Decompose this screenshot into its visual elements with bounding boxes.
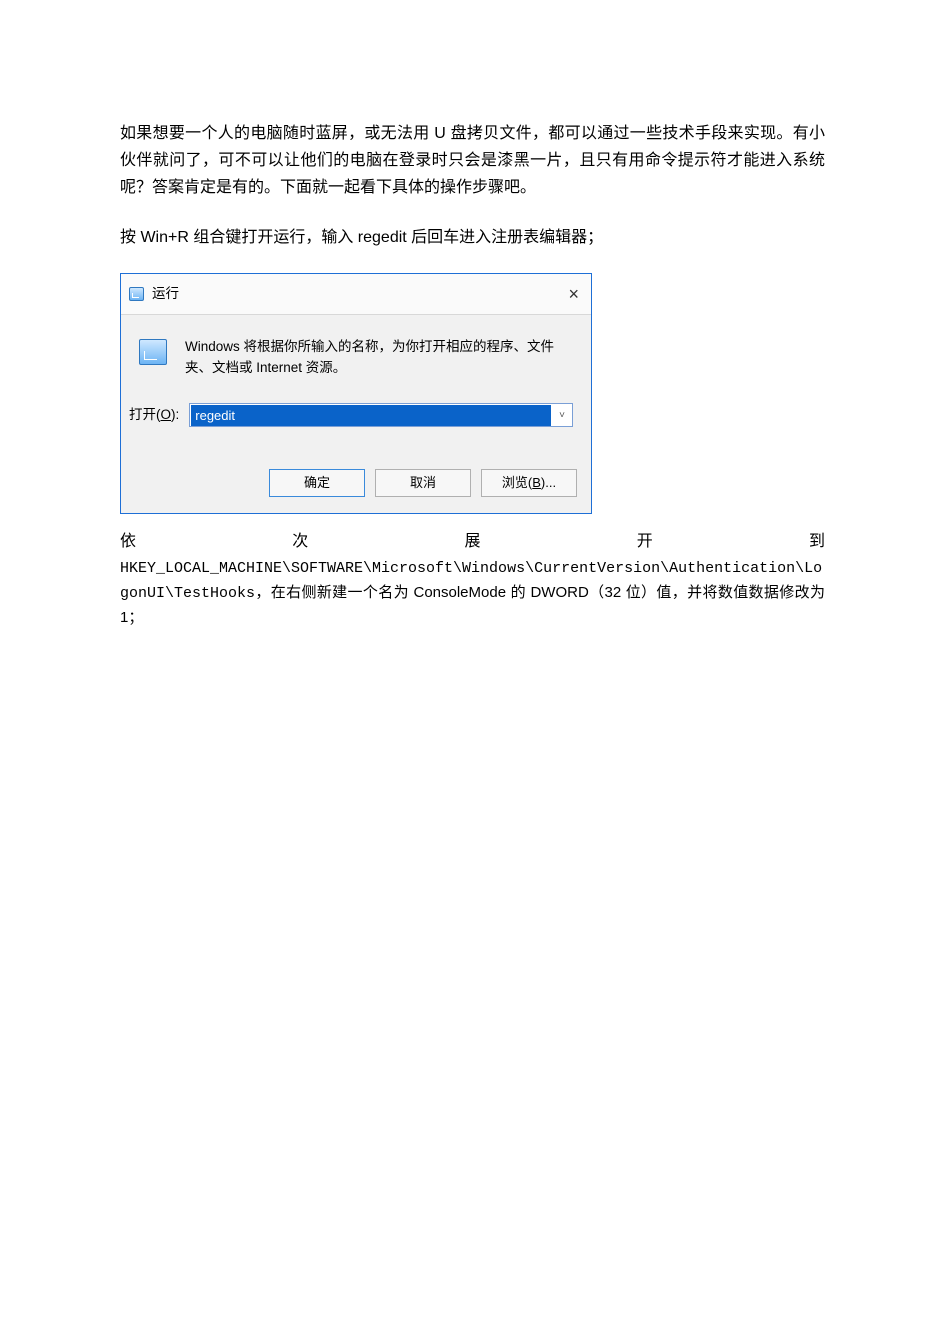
browse-button[interactable]: 浏览(B)... [481, 469, 577, 497]
cancel-button[interactable]: 取消 [375, 469, 471, 497]
open-label: 打开(O): [129, 404, 179, 427]
open-combobox-value: regedit [191, 405, 551, 426]
step2-lead-line: 依 次 展 开 到 [120, 528, 825, 555]
open-combobox[interactable]: regedit ˅ [189, 403, 573, 427]
close-icon[interactable]: × [564, 279, 583, 310]
step2-paragraph: HKEY_LOCAL_MACHINE\SOFTWARE\Microsoft\Wi… [120, 557, 825, 631]
run-icon [129, 287, 144, 301]
ok-button[interactable]: 确定 [269, 469, 365, 497]
dialog-description: Windows 将根据你所输入的名称，为你打开相应的程序、文件夹、文档或 Int… [185, 337, 573, 379]
dialog-title-text: 运行 [152, 283, 179, 306]
dialog-titlebar: 运行 × [121, 274, 591, 316]
run-dialog: 运行 × Windows 将根据你所输入的名称，为你打开相应的程序、文件夹、文档… [120, 273, 592, 514]
intro-paragraph: 如果想要一个人的电脑随时蓝屏，或无法用 U 盘拷贝文件，都可以通过一些技术手段来… [120, 120, 825, 202]
run-icon [139, 339, 167, 365]
chevron-down-icon[interactable]: ˅ [552, 407, 572, 424]
step1-paragraph: 按 Win+R 组合键打开运行，输入 regedit 后回车进入注册表编辑器； [120, 224, 825, 251]
